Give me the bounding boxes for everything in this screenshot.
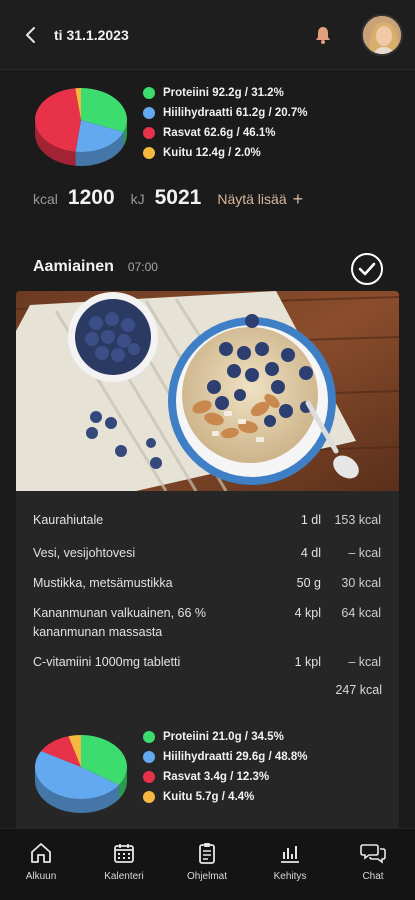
check-icon: [358, 262, 376, 276]
meal-total-kcal: 247 kcal: [335, 683, 382, 697]
legend-item: Proteiini 21.0g / 34.5%: [143, 727, 307, 747]
legend-item: Rasvat 62.6g / 46.1%: [143, 123, 307, 143]
food-kcal: – kcal: [348, 546, 381, 560]
meal-card: Kaurahiutale 1 dl 153 kcal Vesi, vesijoh…: [16, 291, 399, 831]
fat-dot: [143, 127, 155, 139]
food-quantity: 1 dl: [300, 513, 321, 527]
list-item[interactable]: Vesi, vesijohtovesi 4 dl – kcal: [33, 544, 381, 566]
kcal-value: 1200: [67, 186, 115, 209]
kj-label: kJ: [130, 191, 145, 207]
legend-item: Hiilihydraatti 29.6g / 48.8%: [143, 747, 307, 767]
date-title[interactable]: ti 31.1.2023: [54, 27, 129, 43]
oatmeal-photo: [16, 291, 399, 491]
food-kcal: – kcal: [348, 655, 381, 669]
meal-title: Aamiainen: [33, 258, 114, 275]
chevron-left-icon[interactable]: [20, 24, 42, 46]
bottom-tab-bar: Alkuun Kalenteri Ohjelmat Kehitys Chat: [0, 828, 415, 900]
bar-chart-icon: [281, 846, 299, 863]
meal-macro-legend: Proteiini 21.0g / 34.5% Hiilihydraatti 2…: [143, 727, 307, 807]
kcal-label: kcal: [33, 191, 58, 207]
fat-dot: [143, 771, 155, 783]
legend-item: Kuitu 5.7g / 4.4%: [143, 787, 307, 807]
food-kcal: 64 kcal: [341, 606, 381, 620]
show-more-button[interactable]: Näytä lisää +: [217, 189, 303, 210]
food-kcal: 153 kcal: [334, 513, 381, 527]
plus-icon: +: [292, 188, 304, 209]
fiber-dot: [143, 147, 155, 159]
kj-value: 5021: [154, 186, 202, 209]
home-icon: [31, 843, 51, 863]
protein-dot: [143, 731, 155, 743]
legend-item: Hiilihydraatti 61.2g / 20.7%: [143, 103, 307, 123]
food-name: Mustikka, metsämustikka: [33, 576, 173, 590]
carbs-dot: [143, 751, 155, 763]
legend-item: Kuitu 12.4g / 2.0%: [143, 143, 307, 163]
clipboard-icon: [199, 843, 215, 864]
fiber-dot: [143, 791, 155, 803]
legend-item: Proteiini 92.2g / 31.2%: [143, 83, 307, 103]
legend-item: Rasvat 3.4g / 12.3%: [143, 767, 307, 787]
carbs-dot: [143, 107, 155, 119]
food-name: C-vitamiini 1000mg tabletti: [33, 655, 181, 669]
meal-time: 07:00: [127, 260, 158, 274]
energy-summary: kcal 1200 kJ 5021 Näytä lisää +: [33, 186, 303, 210]
meal-done-checkbox[interactable]: [351, 253, 383, 285]
protein-dot: [143, 87, 155, 99]
avatar[interactable]: [361, 14, 403, 56]
list-item[interactable]: Kaurahiutale 1 dl 153 kcal: [33, 511, 381, 533]
tab-alkuun[interactable]: Alkuun: [6, 841, 76, 882]
food-quantity: 4 kpl: [294, 606, 321, 620]
food-name: Kananmunan valkuainen, 66 % kananmunan m…: [33, 606, 207, 639]
food-kcal: 30 kcal: [341, 576, 381, 590]
meal-macro-pie-chart: [34, 735, 127, 813]
food-quantity: 4 dl: [300, 546, 321, 560]
chat-icon: [360, 844, 386, 864]
list-item[interactable]: Mustikka, metsämustikka 50 g 30 kcal: [33, 574, 381, 596]
tab-chat[interactable]: Chat: [338, 841, 408, 882]
food-quantity: 50 g: [296, 576, 321, 590]
top-bar: ti 31.1.2023: [0, 0, 415, 70]
food-name: Kaurahiutale: [33, 513, 104, 527]
tab-kalenteri[interactable]: Kalenteri: [89, 841, 159, 882]
day-macro-pie-chart: [35, 88, 127, 166]
tab-ohjelmat[interactable]: Ohjelmat: [172, 841, 242, 882]
day-macro-legend: Proteiini 92.2g / 31.2% Hiilihydraatti 6…: [143, 83, 307, 163]
day-macro-summary: Proteiini 92.2g / 31.2% Hiilihydraatti 6…: [0, 86, 415, 176]
calendar-icon: [114, 844, 134, 863]
bell-icon[interactable]: [312, 24, 334, 46]
food-name: Vesi, vesijohtovesi: [33, 546, 136, 560]
food-quantity: 1 kpl: [294, 655, 321, 669]
list-item[interactable]: Kananmunan valkuainen, 66 % kananmunan m…: [33, 604, 381, 644]
list-item[interactable]: C-vitamiini 1000mg tabletti 1 kpl – kcal: [33, 653, 381, 675]
meal-header: Aamiainen 07:00: [33, 258, 158, 276]
tab-kehitys[interactable]: Kehitys: [255, 841, 325, 882]
